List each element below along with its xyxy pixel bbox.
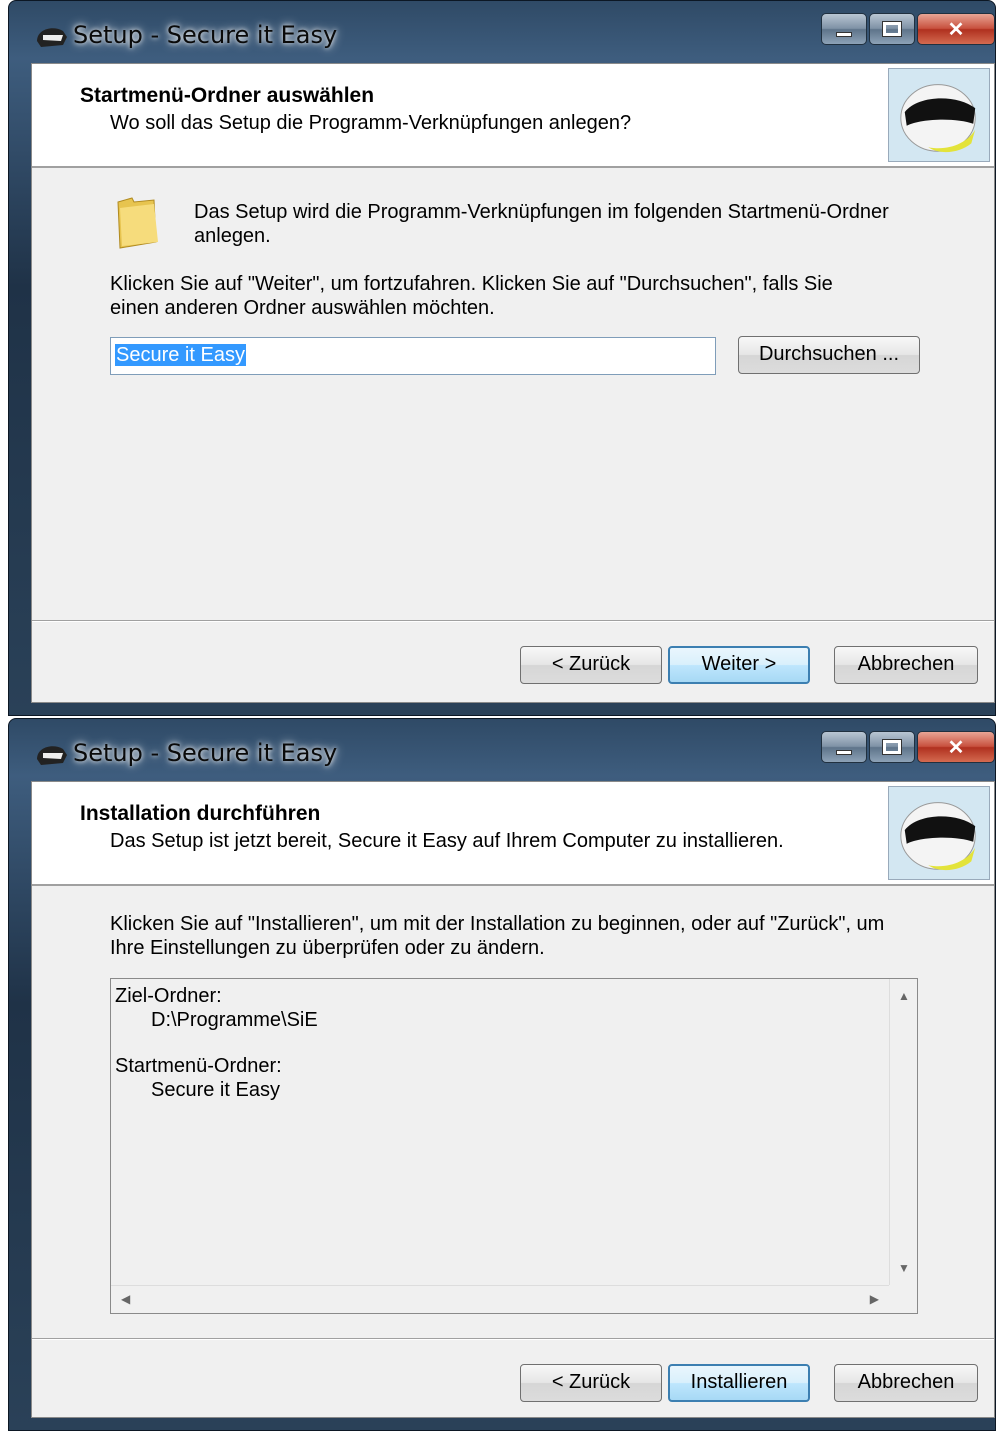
close-icon[interactable]: ✕: [917, 731, 995, 763]
instruction-text-line1: Klicken Sie auf "Installieren", um mit d…: [110, 913, 885, 935]
page-subtitle: Wo soll das Setup die Programm-Verknüpfu…: [110, 112, 632, 134]
browse-button[interactable]: Durchsuchen ...: [738, 336, 920, 374]
setup-window-install: Setup - Secure it Easy ✕ Installation du…: [8, 718, 996, 1431]
wizard-header: Installation durchführen Das Setup ist j…: [32, 782, 994, 886]
helmet-app-icon: [37, 746, 67, 765]
scroll-up-icon[interactable]: ▲: [898, 989, 910, 1003]
instruction-text-line1: Klicken Sie auf "Weiter", um fortzufahre…: [110, 273, 833, 295]
wizard-client-area: Installation durchführen Das Setup ist j…: [31, 781, 995, 1418]
startmenu-folder-input[interactable]: Secure it Easy: [110, 337, 716, 375]
back-button[interactable]: < Zurück: [520, 1364, 662, 1402]
footer-divider: [32, 1338, 994, 1340]
vertical-scrollbar[interactable]: ▲ ▼: [889, 979, 917, 1285]
horizontal-scrollbar[interactable]: ◀ ▶: [111, 1285, 889, 1313]
page-subtitle: Das Setup ist jetzt bereit, Secure it Ea…: [110, 830, 784, 852]
target-folder-label: Ziel-Ordner:: [115, 985, 222, 1007]
cancel-button[interactable]: Abbrechen: [834, 1364, 978, 1402]
wizard-body: Das Setup wird die Programm-Verknüpfunge…: [32, 170, 994, 620]
install-button[interactable]: Installieren: [668, 1364, 810, 1402]
helmet-logo-icon: [888, 68, 990, 162]
instruction-text-line2: einen anderen Ordner auswählen möchten.: [110, 297, 495, 319]
cancel-button[interactable]: Abbrechen: [834, 646, 978, 684]
window-title: Setup - Secure it Easy: [73, 739, 338, 767]
caption-buttons: ✕: [819, 13, 995, 45]
maximize-icon[interactable]: [869, 13, 915, 45]
page-title: Installation durchführen: [80, 802, 321, 825]
page-title: Startmenü-Ordner auswählen: [80, 84, 375, 107]
helmet-app-icon: [37, 28, 67, 47]
startmenu-folder-label: Startmenü-Ordner:: [115, 1055, 282, 1077]
helmet-logo-icon: [888, 786, 990, 880]
wizard-header: Startmenü-Ordner auswählen Wo soll das S…: [32, 64, 994, 168]
startmenu-folder-value: Secure it Easy: [115, 344, 246, 366]
wizard-body: Klicken Sie auf "Installieren", um mit d…: [32, 888, 994, 1338]
footer-divider: [32, 620, 994, 622]
window-title: Setup - Secure it Easy: [73, 21, 338, 49]
intro-text-line1: Das Setup wird die Programm-Verknüpfunge…: [194, 201, 889, 223]
next-button[interactable]: Weiter >: [668, 646, 810, 684]
scroll-right-icon[interactable]: ▶: [870, 1292, 879, 1306]
ready-summary-box[interactable]: Ziel-Ordner: D:\Programme\SiE Startmenü-…: [110, 978, 918, 1314]
wizard-client-area: Startmenü-Ordner auswählen Wo soll das S…: [31, 63, 995, 703]
maximize-icon[interactable]: [869, 731, 915, 763]
instruction-text-line2: Ihre Einstellungen zu überprüfen oder zu…: [110, 937, 545, 959]
title-bar[interactable]: Setup - Secure it Easy ✕: [9, 1, 995, 63]
scroll-left-icon[interactable]: ◀: [121, 1292, 130, 1306]
target-folder-value: D:\Programme\SiE: [151, 1009, 318, 1031]
folder-icon: [117, 197, 158, 249]
intro-text-line2: anlegen.: [194, 225, 271, 247]
close-icon[interactable]: ✕: [917, 13, 995, 45]
setup-window-startmenu: Setup - Secure it Easy ✕ Startmenü-Ordne…: [8, 0, 996, 716]
scroll-down-icon[interactable]: ▼: [898, 1261, 910, 1275]
startmenu-folder-value: Secure it Easy: [151, 1079, 280, 1101]
caption-buttons: ✕: [819, 731, 995, 763]
title-bar[interactable]: Setup - Secure it Easy ✕: [9, 719, 995, 781]
minimize-icon[interactable]: [821, 13, 867, 45]
back-button[interactable]: < Zurück: [520, 646, 662, 684]
minimize-icon[interactable]: [821, 731, 867, 763]
